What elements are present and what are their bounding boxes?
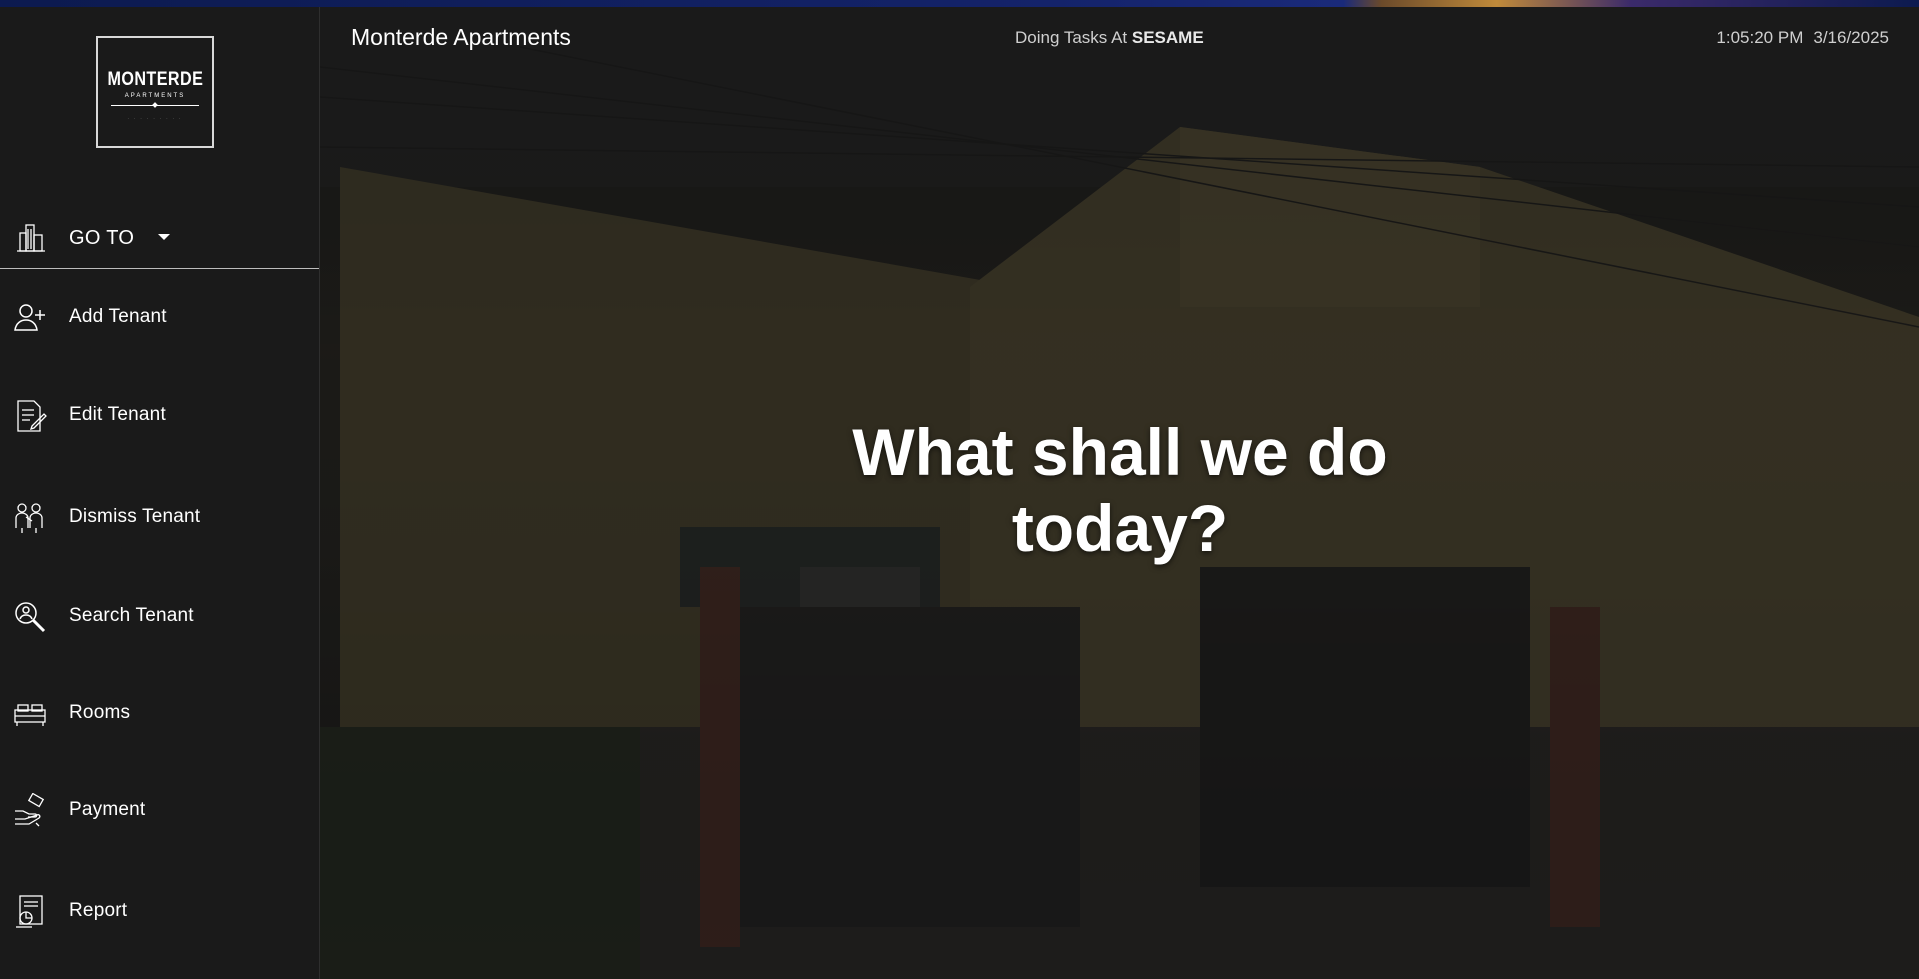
search-user-icon bbox=[12, 599, 48, 635]
welcome-heading: What shall we do today? bbox=[790, 415, 1450, 567]
sidebar-item-label: Add Tenant bbox=[69, 306, 167, 327]
sidebar-item-dismiss-tenant[interactable]: Dismiss Tenant bbox=[0, 486, 319, 556]
sidebar-item-label: Dismiss Tenant bbox=[69, 506, 201, 527]
sidebar-item-report[interactable]: Report bbox=[0, 880, 319, 950]
sidebar-item-label: Search Tenant bbox=[69, 605, 194, 626]
sidebar-item-edit-tenant[interactable]: Edit Tenant bbox=[0, 384, 319, 454]
sidebar: MONTERDE APARTMENTS · · · · · · · · · GO… bbox=[0, 7, 320, 979]
status-prefix: Doing Tasks At bbox=[1015, 28, 1128, 47]
sidebar-item-search-tenant[interactable]: Search Tenant bbox=[0, 585, 319, 655]
sidebar-item-payment[interactable]: Payment bbox=[0, 779, 319, 849]
rooms-icon bbox=[12, 696, 48, 732]
sidebar-item-label: Report bbox=[69, 900, 128, 921]
logo-title: MONTERDE bbox=[107, 69, 203, 90]
goto-label: GO TO bbox=[69, 227, 135, 249]
add-user-icon bbox=[12, 300, 48, 336]
current-user-status: Doing Tasks At SESAME bbox=[1015, 28, 1204, 48]
sidebar-item-label: Payment bbox=[69, 799, 146, 820]
main-content: Monterde Apartments Doing Tasks At SESAM… bbox=[320, 7, 1919, 979]
sidebar-item-label: Rooms bbox=[69, 702, 131, 723]
datetime-display: 1:05:20 PM 3/16/2025 bbox=[1716, 28, 1889, 48]
sidebar-item-label: Edit Tenant bbox=[69, 404, 166, 425]
top-accent-strip bbox=[0, 0, 1919, 7]
clock-time: 1:05:20 PM bbox=[1716, 28, 1804, 47]
current-username: SESAME bbox=[1131, 28, 1204, 47]
logo-divider bbox=[111, 105, 199, 106]
report-icon bbox=[12, 894, 48, 930]
building-icon bbox=[14, 221, 48, 255]
logo-fineprint: · · · · · · · · · bbox=[127, 116, 183, 121]
edit-document-icon bbox=[12, 398, 48, 434]
dismiss-people-icon bbox=[12, 500, 48, 536]
logo-subtitle: APARTMENTS bbox=[124, 93, 186, 99]
clock-date: 3/16/2025 bbox=[1813, 28, 1889, 47]
chevron-down-icon bbox=[158, 234, 170, 240]
welcome-line-2: today? bbox=[1011, 490, 1229, 565]
sidebar-item-add-tenant[interactable]: Add Tenant bbox=[0, 284, 319, 354]
app-title: Monterde Apartments bbox=[351, 24, 571, 50]
payment-icon bbox=[12, 792, 48, 829]
sidebar-item-rooms[interactable]: Rooms bbox=[0, 682, 319, 752]
monterde-logo: MONTERDE APARTMENTS · · · · · · · · · bbox=[96, 36, 214, 148]
welcome-line-1: What shall we do bbox=[852, 415, 1388, 489]
goto-dropdown[interactable]: GO TO bbox=[0, 209, 319, 269]
